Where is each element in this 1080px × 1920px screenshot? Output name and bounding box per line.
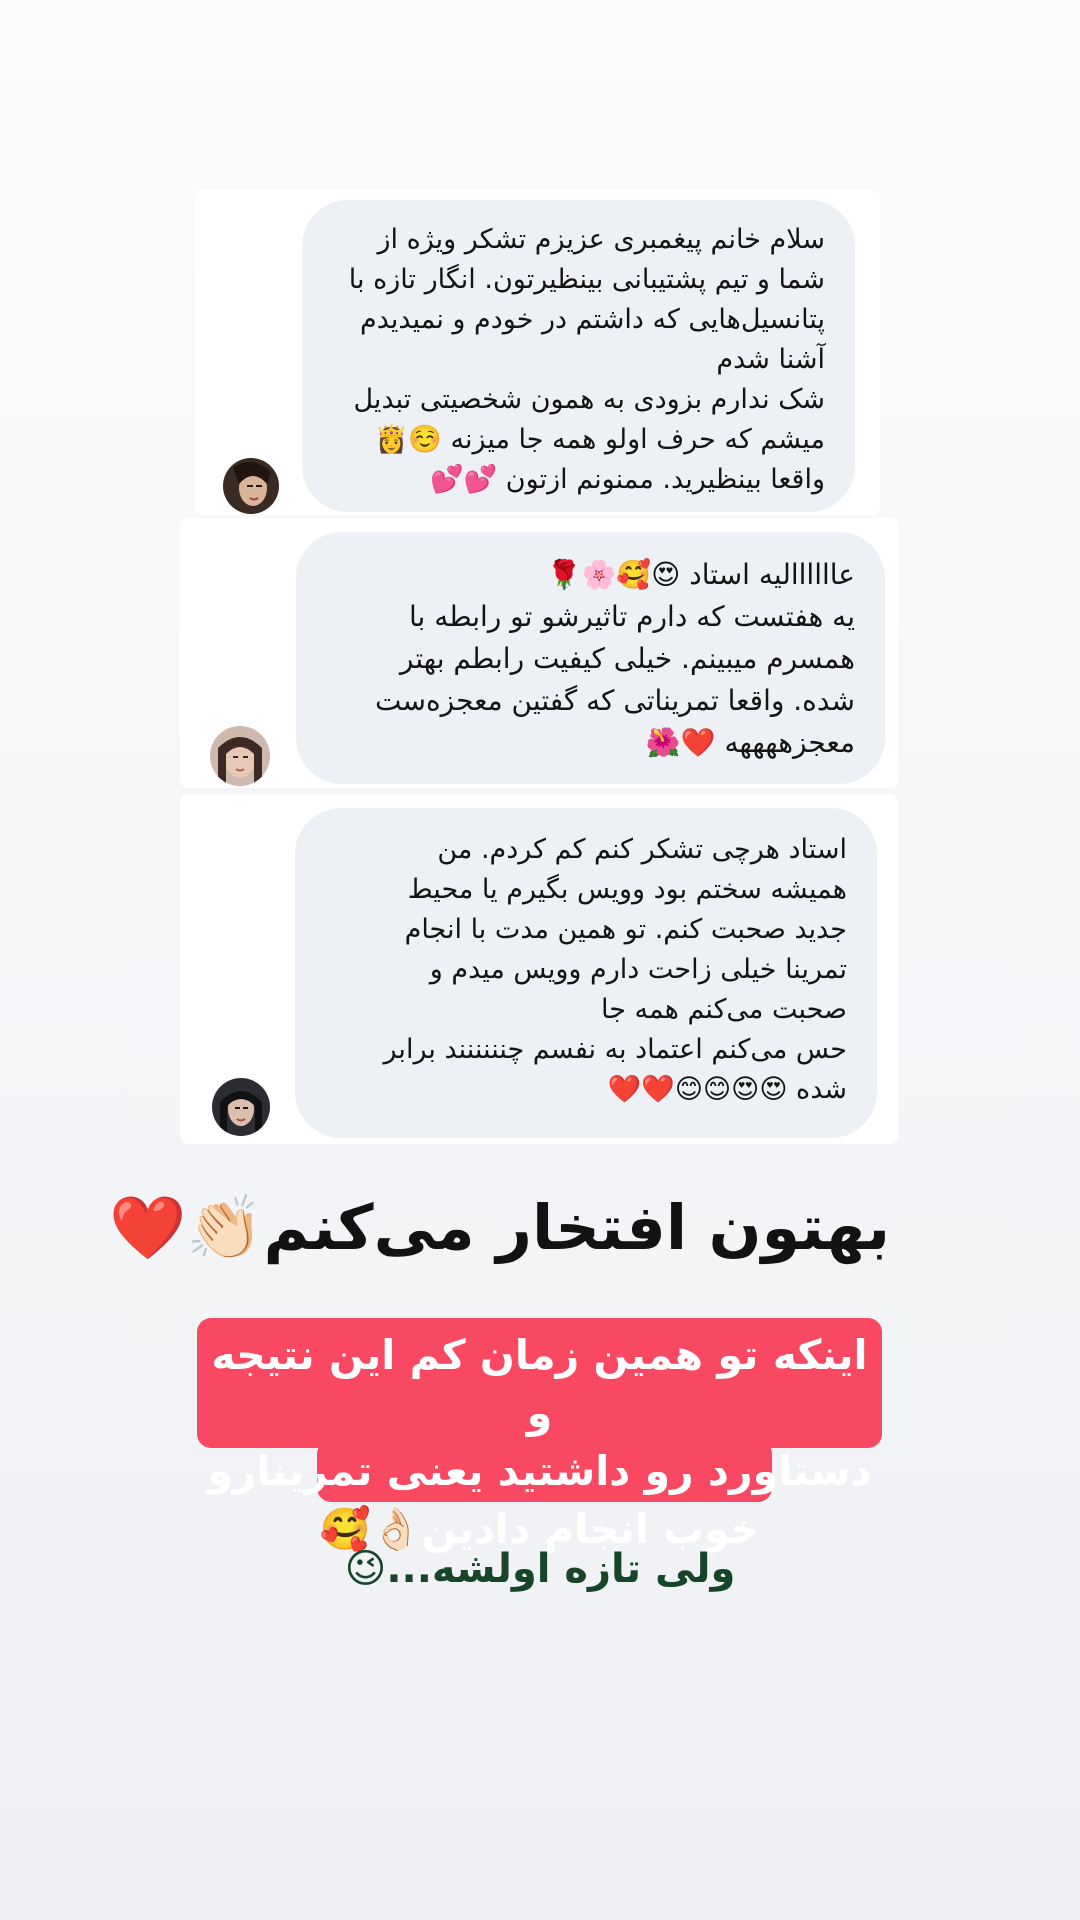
user-avatar[interactable] [223,458,279,514]
footer-note: ولی تازه اولشه...😉 [344,1546,736,1592]
message-bubble: عاااااالیه استاد 😍🥰🌸🌹 یه هفتست که دارم ت… [296,532,885,784]
user-avatar[interactable] [212,1078,270,1136]
message-bubble: استاد هرچی تشکر کنم کم کردم. من همیشه سخ… [295,808,877,1138]
headline-text: بهتون افتخار می‌کنم👏🏻❤️ [109,1191,890,1264]
avatar-woman-3-icon [212,1078,270,1136]
avatar-woman-2-icon [210,726,270,786]
promo-text: اینکه تو همین زمان کم این نتیجه و دستاور… [207,1331,872,1553]
avatar-woman-1-icon [223,458,279,514]
user-avatar[interactable] [210,726,270,786]
message-bubble: سلام خانم پیغمبری عزیزم تشکر ویژه از شما… [302,200,855,512]
